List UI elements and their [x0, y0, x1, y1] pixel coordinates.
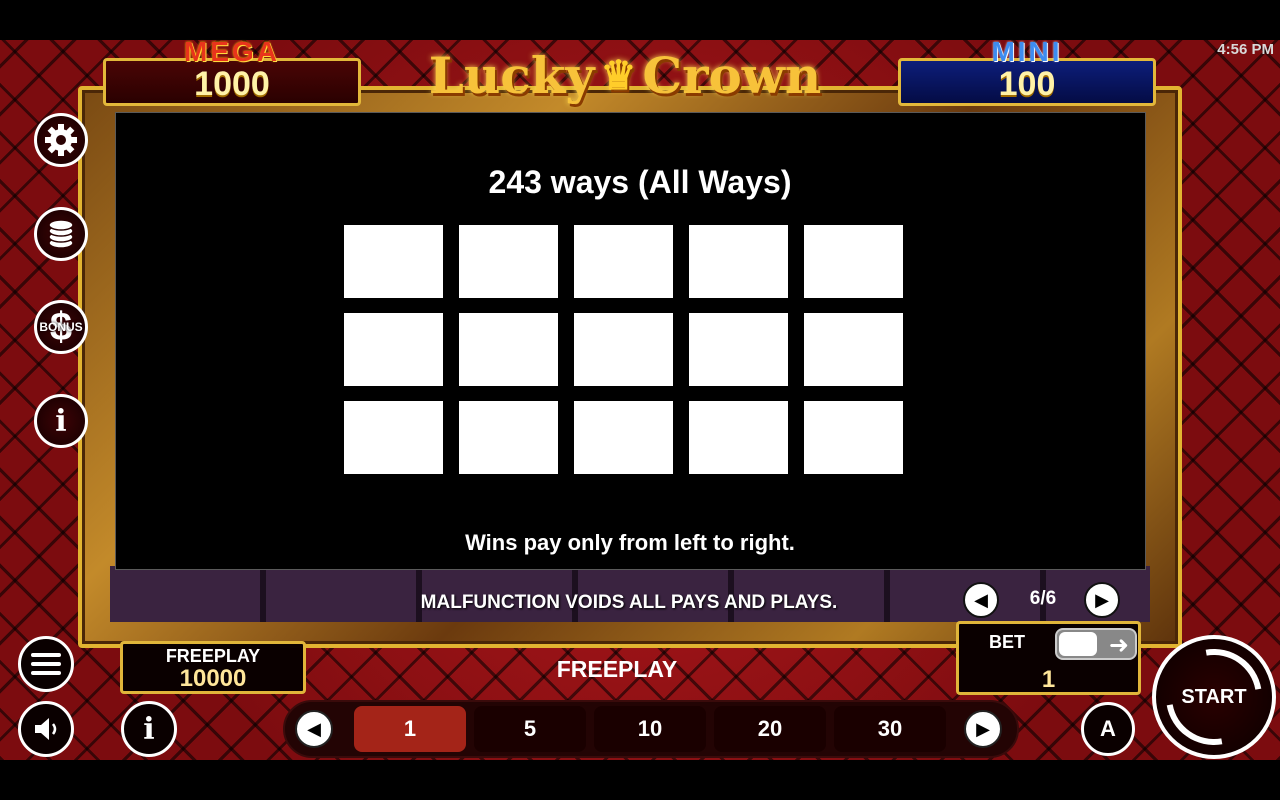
paytable-note: Wins pay only from left to right.	[465, 530, 795, 555]
grid-cell	[804, 401, 903, 474]
arrow-right-icon: ➜	[1108, 632, 1129, 659]
coin-option[interactable]: 1	[354, 706, 466, 752]
grid-cell	[804, 313, 903, 386]
autoplay-button[interactable]: A	[1081, 702, 1135, 756]
bonus-label: BONUS	[39, 320, 83, 334]
page-indicator: 6/6	[1029, 588, 1057, 609]
balance-label: FREEPLAY	[165, 646, 261, 666]
mode-label: FREEPLAY	[556, 656, 678, 682]
speaker-icon[interactable]	[18, 701, 74, 757]
logo-text-left: Lucky	[428, 45, 595, 105]
gear-icon[interactable]	[34, 113, 88, 167]
grid-cell	[689, 401, 788, 474]
malfunction-disclaimer: MALFUNCTION VOIDS ALL PAYS AND PLAYS.	[420, 592, 838, 613]
page-next-button[interactable]: ▶	[1084, 582, 1120, 618]
menu-icon[interactable]	[18, 636, 74, 692]
grid-cell	[459, 225, 558, 298]
hamburger-graphic	[31, 653, 61, 675]
coin-prev-button[interactable]: ◀	[295, 710, 333, 748]
grid-cell	[344, 401, 443, 474]
grid-cell	[344, 225, 443, 298]
grid-cell	[689, 313, 788, 386]
top-bar	[0, 0, 1280, 40]
coin-next-button[interactable]: ▶	[964, 710, 1002, 748]
paytable-title: 243 ways (All Ways)	[488, 164, 792, 200]
bet-label: BET	[989, 632, 1025, 652]
info-icon[interactable]: i	[34, 394, 88, 448]
grid-cell	[804, 225, 903, 298]
grid-cell	[574, 225, 673, 298]
grid-cell	[459, 313, 558, 386]
coin-option[interactable]: 10	[594, 706, 706, 752]
grid-cell	[459, 401, 558, 474]
coin-option[interactable]: 5	[474, 706, 586, 752]
logo-text-right: Crown	[642, 45, 822, 105]
bet-toggle[interactable]: ➜	[1055, 628, 1137, 660]
bonus-dollar-icon[interactable]: $ BONUS	[34, 300, 88, 354]
crown-icon: ♛	[600, 51, 637, 99]
bet-box: BET ➜ 1	[956, 621, 1141, 695]
grid-cell	[689, 225, 788, 298]
bet-value: 1	[1041, 666, 1056, 693]
coin-option[interactable]: 20	[714, 706, 826, 752]
game-info-icon[interactable]: i	[121, 701, 177, 757]
coin-stack-icon[interactable]	[34, 207, 88, 261]
gear-icon-graphic	[45, 124, 77, 156]
mini-jackpot-value: 100	[998, 65, 1056, 103]
coin-option[interactable]: 30	[834, 706, 946, 752]
status-time: 4:56 PM	[1217, 41, 1274, 58]
mini-jackpot-label: MINI	[991, 36, 1063, 67]
coin-stack-graphic	[48, 219, 74, 249]
balance-box: FREEPLAY 10000	[120, 641, 306, 694]
game-logo: Lucky ♛ Crown	[405, 40, 845, 110]
bottom-bar	[0, 760, 1280, 800]
grid-cell	[574, 313, 673, 386]
mega-jackpot-value: 1000	[194, 65, 270, 103]
toggle-knob	[1059, 632, 1097, 656]
balance-value: 10000	[179, 665, 247, 692]
page-prev-button[interactable]: ◀	[963, 582, 999, 618]
grid-cell	[574, 401, 673, 474]
mega-jackpot-label: MEGA	[184, 36, 280, 67]
grid-cell	[344, 313, 443, 386]
speaker-graphic	[35, 718, 57, 740]
